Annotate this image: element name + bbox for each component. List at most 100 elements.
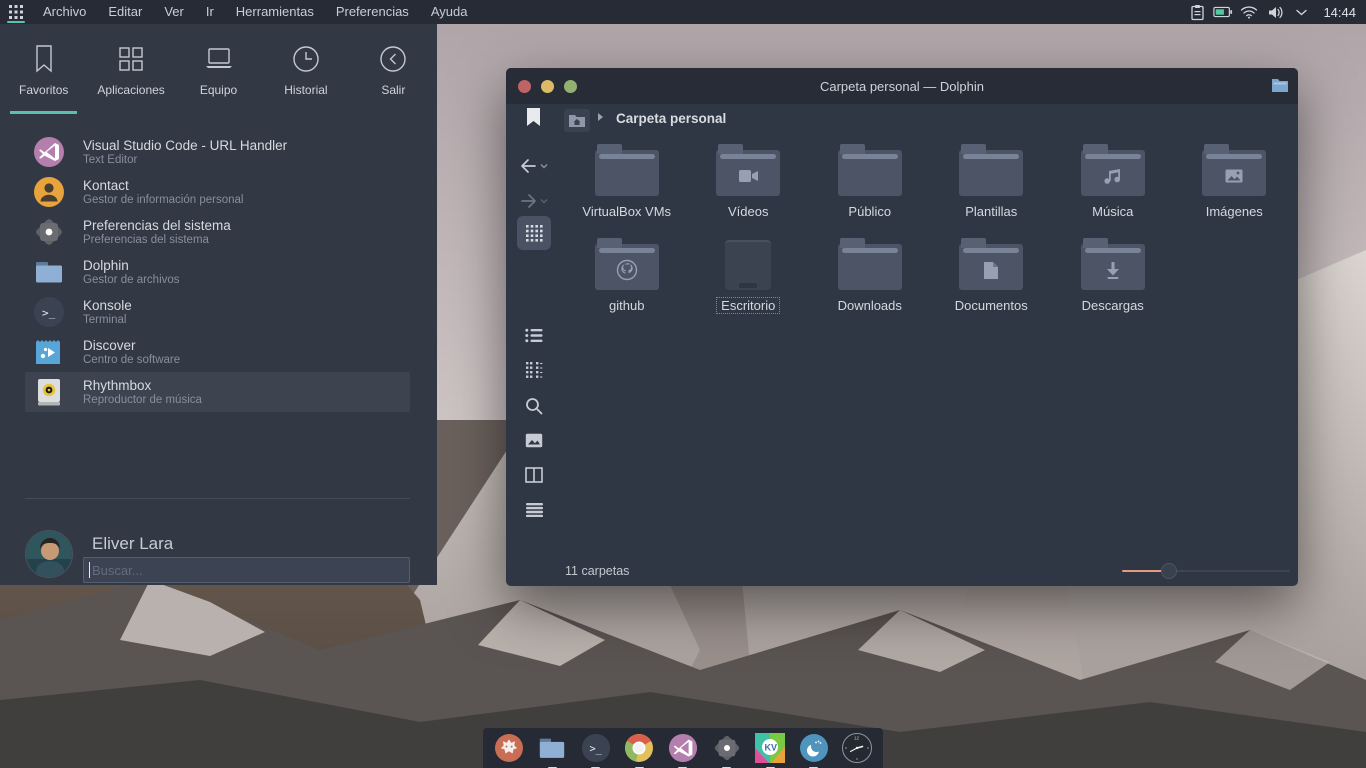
dock-clock-widget[interactable]: 12 — [836, 732, 878, 764]
preview-icon[interactable] — [506, 426, 562, 454]
folder-label: Vídeos — [723, 203, 773, 220]
dock-system-settings[interactable] — [706, 733, 748, 763]
app-desc: Gestor de información personal — [83, 194, 243, 207]
wifi-icon[interactable] — [1239, 2, 1259, 22]
clock[interactable]: 14:44 — [1319, 5, 1366, 20]
dock-blue-orb-app[interactable] — [793, 733, 835, 763]
app-row-dolphin[interactable]: Dolphin Gestor de archivos — [25, 252, 410, 292]
folder-icon — [595, 150, 659, 196]
app-desc: Text Editor — [83, 154, 287, 167]
chrome-icon — [624, 733, 654, 763]
app-row-discover[interactable]: Discover Centro de software — [25, 332, 410, 372]
menu-herramientas[interactable]: Herramientas — [225, 0, 325, 24]
app-desc: Reproductor de música — [83, 394, 202, 407]
minimize-button[interactable] — [541, 80, 554, 93]
firefox-icon — [494, 733, 524, 763]
divider — [25, 498, 410, 499]
app-row-kontact[interactable]: Kontact Gestor de información personal — [25, 172, 410, 212]
folder-label: github — [604, 297, 649, 314]
app-desc: Gestor de archivos — [83, 274, 180, 287]
folder-virtualbox-vms[interactable]: VirtualBox VMs — [566, 134, 688, 228]
folder-escritorio[interactable]: Escritorio — [688, 228, 810, 322]
volume-icon[interactable] — [1265, 2, 1285, 22]
folder-downloads[interactable]: Downloads — [809, 228, 931, 322]
app-grid-icon — [9, 5, 23, 19]
tab-equipo[interactable]: Equipo — [175, 32, 262, 108]
menu-archivo[interactable]: Archivo — [32, 0, 97, 24]
window-title: Carpeta personal — Dolphin — [820, 79, 984, 94]
dolphin-sidebar — [506, 138, 562, 556]
dock-kvantum[interactable]: KV — [749, 733, 791, 763]
breadcrumb-path[interactable]: Carpeta personal — [616, 111, 726, 126]
app-launcher-button[interactable] — [0, 0, 32, 24]
chevron-down-icon[interactable] — [1291, 2, 1311, 22]
clock-widget-icon: 12 — [841, 732, 873, 764]
menu-ir[interactable]: Ir — [195, 0, 225, 24]
window-titlebar[interactable]: Carpeta personal — Dolphin — [506, 68, 1298, 104]
folder-label: Documentos — [950, 297, 1033, 314]
tab-label: Favoritos — [19, 83, 68, 97]
folder-descargas[interactable]: Descargas — [1052, 228, 1174, 322]
breadcrumb-separator-icon — [598, 113, 603, 121]
app-desc: Terminal — [83, 314, 132, 327]
dock-vscode[interactable] — [662, 733, 704, 763]
search-placeholder: Buscar... — [92, 563, 143, 578]
folder-musica[interactable]: Música — [1052, 134, 1174, 228]
app-row-konsole[interactable]: >_ Konsole Terminal — [25, 292, 410, 332]
app-row-vscode[interactable]: Visual Studio Code - URL Handler Text Ed… — [25, 132, 410, 172]
menu-preferencias[interactable]: Preferencias — [325, 0, 420, 24]
folder-imagenes[interactable]: Imágenes — [1174, 134, 1296, 228]
search-icon[interactable] — [506, 392, 562, 420]
back-button[interactable] — [506, 152, 562, 180]
dock: >_ KV 12 — [483, 728, 883, 768]
search-input[interactable]: Buscar... — [83, 557, 410, 583]
zoom-slider[interactable] — [1122, 556, 1290, 586]
app-name: Preferencias del sistema — [83, 218, 231, 233]
dock-dolphin[interactable] — [531, 733, 573, 763]
battery-icon[interactable] — [1213, 2, 1233, 22]
user-avatar[interactable] — [25, 530, 73, 578]
folder-icon — [959, 150, 1023, 196]
user-name: Eliver Lara — [92, 534, 173, 554]
menu-editar[interactable]: Editar — [97, 0, 153, 24]
list-view-button[interactable] — [506, 321, 562, 349]
app-desc: Preferencias del sistema — [83, 234, 231, 247]
system-settings-icon — [712, 733, 742, 763]
tab-label: Equipo — [200, 83, 237, 97]
menu-ayuda[interactable]: Ayuda — [420, 0, 479, 24]
folder-github[interactable]: github — [566, 228, 688, 322]
menu-icon[interactable] — [506, 496, 562, 524]
dolphin-icon — [33, 256, 65, 288]
svg-text:>_: >_ — [589, 743, 602, 755]
status-folder-count: 11 carpetas — [565, 564, 629, 578]
folder-plantillas[interactable]: Plantillas — [931, 134, 1053, 228]
app-row-system-settings[interactable]: Preferencias del sistema Preferencias de… — [25, 212, 410, 252]
breadcrumb-home-button[interactable] — [564, 109, 590, 132]
bookmark-icon[interactable] — [527, 108, 540, 126]
dock-firefox[interactable] — [488, 733, 530, 763]
slider-handle[interactable] — [1161, 563, 1177, 579]
tab-historial[interactable]: Historial — [262, 32, 349, 108]
folder-label: Plantillas — [960, 203, 1022, 220]
folder-documentos[interactable]: Documentos — [931, 228, 1053, 322]
folder-icon — [838, 150, 902, 196]
close-button[interactable] — [518, 80, 531, 93]
grid-view-button[interactable] — [517, 216, 551, 250]
application-launcher-panel: Favoritos Aplicaciones Equipo Historial … — [0, 24, 437, 585]
menu-ver[interactable]: Ver — [153, 0, 195, 24]
dock-konsole[interactable]: >_ — [575, 733, 617, 763]
folder-publico[interactable]: Público — [809, 134, 931, 228]
folder-videos[interactable]: Vídeos — [688, 134, 810, 228]
blue-orb-app-icon — [799, 733, 829, 763]
maximize-button[interactable] — [564, 80, 577, 93]
forward-button[interactable] — [506, 187, 562, 215]
tab-salir[interactable]: Salir — [350, 32, 437, 108]
tab-aplicaciones[interactable]: Aplicaciones — [87, 32, 174, 108]
dock-chrome[interactable] — [618, 733, 660, 763]
clipboard-icon[interactable] — [1187, 2, 1207, 22]
app-row-rhythmbox[interactable]: Rhythmbox Reproductor de música — [25, 372, 410, 412]
split-view-button[interactable] — [506, 461, 562, 489]
compact-view-button[interactable] — [506, 356, 562, 384]
window-controls — [518, 68, 577, 104]
tab-favoritos[interactable]: Favoritos — [0, 32, 87, 108]
